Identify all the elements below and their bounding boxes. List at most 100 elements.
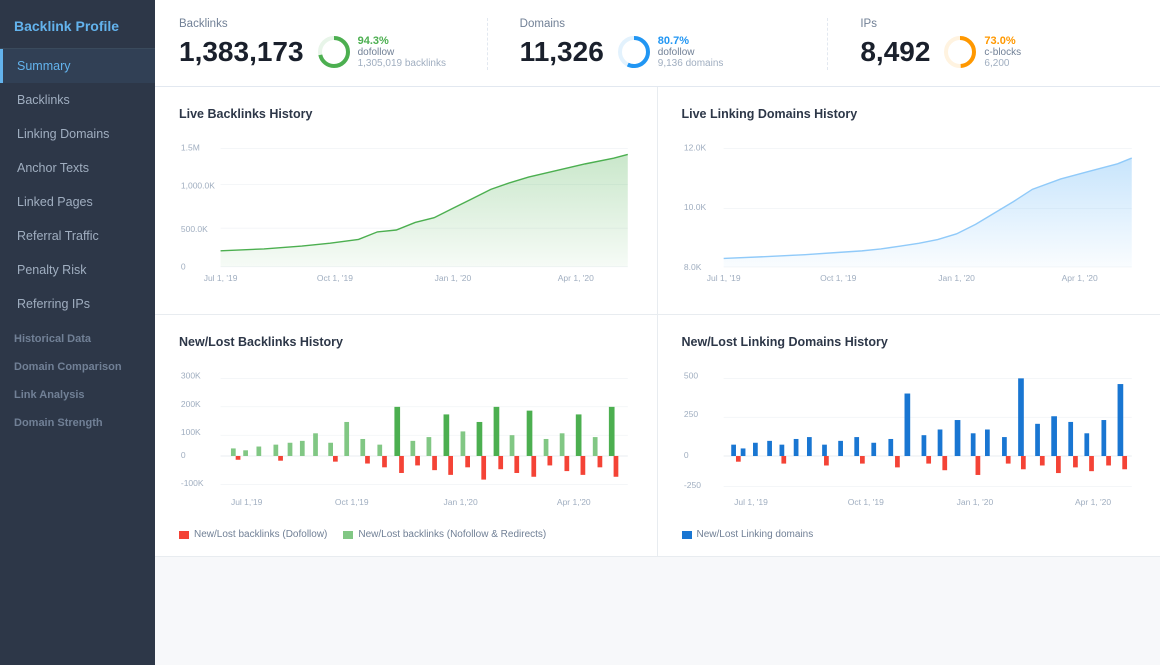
- stat-backlinks-donut-wrap: 94.3% dofollow 1,305,019 backlinks: [316, 34, 446, 70]
- chart-new-lost-backlinks-svg-wrap: 300K 200K 100K 0 -100K: [179, 361, 633, 521]
- stat-ips-donut-wrap: 73.0% c-blocks 6,200: [942, 34, 1021, 70]
- chart-live-backlinks: Live Backlinks History 1.5M 1,000.0K 500…: [155, 87, 658, 315]
- stat-domains-donut-wrap: 80.7% dofollow 9,136 domains: [616, 34, 724, 70]
- svg-text:300K: 300K: [181, 371, 201, 381]
- svg-text:Apr 1,'20: Apr 1,'20: [557, 497, 591, 507]
- chart-new-lost-domains-svg-wrap: 500 250 0 -250: [682, 361, 1137, 521]
- new-lost-backlinks-chart: 300K 200K 100K 0 -100K: [179, 361, 633, 516]
- legend-linking-domains-color: [682, 531, 692, 539]
- svg-text:Jul 1, '19: Jul 1, '19: [204, 273, 238, 283]
- svg-text:100K: 100K: [181, 427, 201, 437]
- new-lost-backlinks-legend: New/Lost backlinks (Dofollow) New/Lost b…: [179, 529, 633, 540]
- svg-text:Oct 1,'19: Oct 1,'19: [335, 497, 369, 507]
- chart-live-domains-title: Live Linking Domains History: [682, 107, 1137, 121]
- svg-text:Apr 1, '20: Apr 1, '20: [1061, 273, 1097, 283]
- svg-text:500.0K: 500.0K: [181, 224, 208, 234]
- chart-live-domains: Live Linking Domains History 12.0K 10.0K…: [658, 87, 1160, 315]
- stat-ips-value: 8,492: [860, 36, 930, 68]
- new-lost-domains-legend: New/Lost Linking domains: [682, 529, 1137, 540]
- legend-linking-domains: New/Lost Linking domains: [682, 529, 814, 540]
- sidebar: Backlink Profile Summary Backlinks Linki…: [0, 0, 155, 665]
- svg-text:Jul 1,'19: Jul 1,'19: [231, 497, 263, 507]
- chart-new-lost-domains: New/Lost Linking Domains History 500 250…: [658, 315, 1160, 557]
- svg-text:1,000.0K: 1,000.0K: [181, 180, 215, 190]
- stat-backlinks-sub: 1,305,019 backlinks: [358, 58, 446, 69]
- stat-domains-percent: 80.7%: [658, 35, 724, 47]
- svg-text:Jan 1,'20: Jan 1,'20: [444, 497, 479, 507]
- svg-text:Jan 1, '20: Jan 1, '20: [938, 273, 975, 283]
- svg-text:Jul 1, '19: Jul 1, '19: [734, 497, 768, 507]
- svg-text:-250: -250: [683, 480, 700, 490]
- svg-text:Oct 1, '19: Oct 1, '19: [820, 273, 856, 283]
- sidebar-title: Backlink Profile: [0, 0, 155, 49]
- sidebar-section-domain-strength[interactable]: Domain Strength: [0, 405, 155, 433]
- live-domains-chart: 12.0K 10.0K 8.0K Jul 1, '19: [682, 133, 1137, 293]
- legend-nofollow: New/Lost backlinks (Nofollow & Redirects…: [343, 529, 546, 540]
- svg-text:-100K: -100K: [181, 478, 204, 488]
- stat-backlinks-label: Backlinks: [179, 18, 455, 30]
- svg-text:0: 0: [683, 450, 688, 460]
- legend-dofollow-label: New/Lost backlinks (Dofollow): [194, 529, 327, 540]
- svg-text:Oct 1, '19: Oct 1, '19: [317, 273, 353, 283]
- chart-live-domains-svg-wrap: 12.0K 10.0K 8.0K Jul 1, '19: [682, 133, 1137, 298]
- stat-backlinks-donut: [316, 34, 352, 70]
- svg-text:Jul 1, '19: Jul 1, '19: [706, 273, 740, 283]
- stat-backlinks-desc: dofollow: [358, 47, 446, 58]
- sidebar-item-linked-pages[interactable]: Linked Pages: [0, 185, 155, 219]
- stat-ips-sub: 6,200: [984, 58, 1021, 69]
- sidebar-section-historical[interactable]: Historical Data: [0, 321, 155, 349]
- legend-dofollow-color: [179, 531, 189, 539]
- new-lost-domains-chart: 500 250 0 -250: [682, 361, 1137, 516]
- stat-domains-desc: dofollow: [658, 47, 724, 58]
- svg-text:12.0K: 12.0K: [683, 143, 706, 153]
- svg-text:0: 0: [181, 262, 186, 272]
- stat-domains-value: 11,326: [520, 36, 604, 68]
- legend-nofollow-label: New/Lost backlinks (Nofollow & Redirects…: [358, 529, 546, 540]
- sidebar-item-backlinks[interactable]: Backlinks: [0, 83, 155, 117]
- stat-domains: Domains 11,326 80.7% dofollow 9,136 doma…: [520, 18, 829, 70]
- chart-live-backlinks-svg-wrap: 1.5M 1,000.0K 500.0K 0: [179, 133, 633, 298]
- charts-grid: Live Backlinks History 1.5M 1,000.0K 500…: [155, 87, 1160, 557]
- stats-row: Backlinks 1,383,173 94.3% dofollow 1,305…: [155, 0, 1160, 87]
- stat-ips: IPs 8,492 73.0% c-blocks 6,200: [860, 18, 1136, 70]
- sidebar-item-linking-domains[interactable]: Linking Domains: [0, 117, 155, 151]
- legend-dofollow: New/Lost backlinks (Dofollow): [179, 529, 327, 540]
- chart-new-lost-backlinks: New/Lost Backlinks History 300K 200K 100…: [155, 315, 658, 557]
- svg-text:1.5M: 1.5M: [181, 143, 200, 153]
- sidebar-item-anchor-texts[interactable]: Anchor Texts: [0, 151, 155, 185]
- sidebar-item-referral-traffic[interactable]: Referral Traffic: [0, 219, 155, 253]
- svg-text:10.0K: 10.0K: [683, 202, 706, 212]
- svg-text:8.0K: 8.0K: [683, 262, 701, 272]
- legend-linking-domains-label: New/Lost Linking domains: [697, 529, 814, 540]
- stat-domains-label: Domains: [520, 18, 796, 30]
- svg-text:Oct 1, '19: Oct 1, '19: [847, 497, 883, 507]
- chart-live-backlinks-title: Live Backlinks History: [179, 107, 633, 121]
- svg-text:200K: 200K: [181, 399, 201, 409]
- svg-text:250: 250: [683, 409, 697, 419]
- sidebar-item-referring-ips[interactable]: Referring IPs: [0, 287, 155, 321]
- svg-text:Jan 1, '20: Jan 1, '20: [956, 497, 993, 507]
- svg-text:Jan 1, '20: Jan 1, '20: [435, 273, 472, 283]
- sidebar-section-domain-comparison[interactable]: Domain Comparison: [0, 349, 155, 377]
- stat-ips-desc: c-blocks: [984, 47, 1021, 58]
- sidebar-item-penalty-risk[interactable]: Penalty Risk: [0, 253, 155, 287]
- stat-domains-sub: 9,136 domains: [658, 58, 724, 69]
- stat-ips-percent: 73.0%: [984, 35, 1021, 47]
- svg-text:500: 500: [683, 370, 697, 380]
- stat-ips-donut: [942, 34, 978, 70]
- svg-text:0: 0: [181, 450, 186, 460]
- sidebar-item-summary[interactable]: Summary: [0, 49, 155, 83]
- stat-ips-label: IPs: [860, 18, 1136, 30]
- stat-backlinks-value: 1,383,173: [179, 36, 304, 68]
- svg-text:Apr 1, '20: Apr 1, '20: [558, 273, 594, 283]
- legend-nofollow-color: [343, 531, 353, 539]
- stat-domains-donut: [616, 34, 652, 70]
- live-backlinks-chart: 1.5M 1,000.0K 500.0K 0: [179, 133, 633, 293]
- stat-backlinks: Backlinks 1,383,173 94.3% dofollow 1,305…: [179, 18, 488, 70]
- svg-text:Apr 1, '20: Apr 1, '20: [1074, 497, 1110, 507]
- stat-backlinks-percent: 94.3%: [358, 35, 446, 47]
- sidebar-section-link-analysis[interactable]: Link Analysis: [0, 377, 155, 405]
- chart-new-lost-backlinks-title: New/Lost Backlinks History: [179, 335, 633, 349]
- main-content: Backlinks 1,383,173 94.3% dofollow 1,305…: [155, 0, 1160, 665]
- chart-new-lost-domains-title: New/Lost Linking Domains History: [682, 335, 1137, 349]
